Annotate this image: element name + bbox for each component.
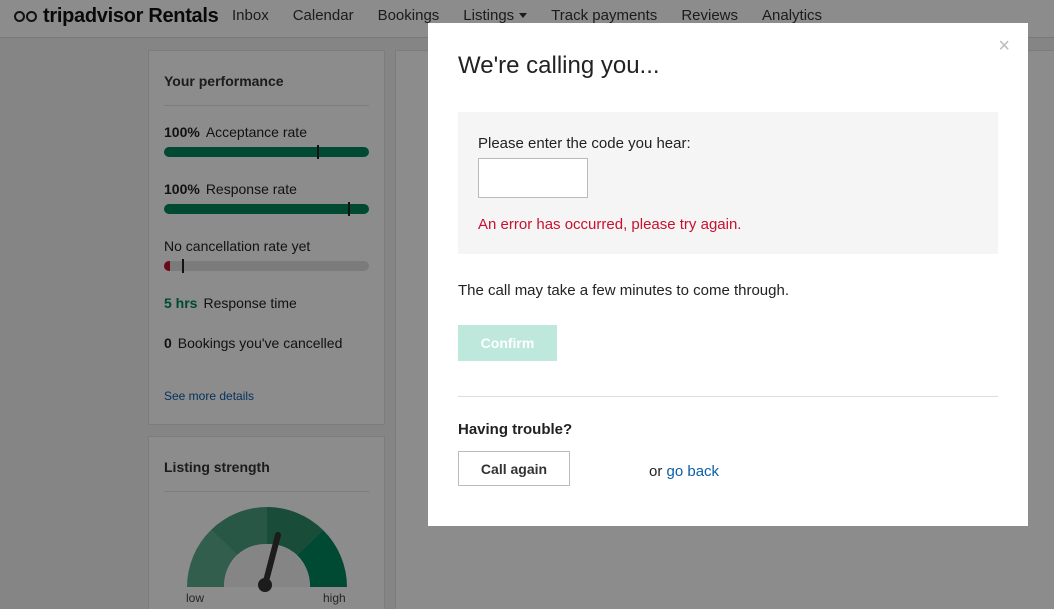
go-back-link[interactable]: go back xyxy=(667,463,720,480)
error-message: An error has occurred, please try again. xyxy=(478,216,742,233)
modal-title: We're calling you... xyxy=(458,52,660,79)
code-entry-panel: Please enter the code you hear: An error… xyxy=(458,112,998,254)
code-label: Please enter the code you hear: xyxy=(478,135,691,152)
go-back-text: or go back xyxy=(649,463,719,480)
code-input[interactable] xyxy=(478,158,588,198)
call-again-button[interactable]: Call again xyxy=(458,451,570,486)
call-delay-note: The call may take a few minutes to come … xyxy=(458,282,789,299)
divider xyxy=(458,396,998,397)
having-trouble-heading: Having trouble? xyxy=(458,421,573,438)
phone-verification-modal: × We're calling you... Please enter the … xyxy=(428,23,1028,526)
confirm-button[interactable]: Confirm xyxy=(458,325,557,361)
close-icon[interactable]: × xyxy=(998,35,1010,58)
or-text: or xyxy=(649,463,663,480)
